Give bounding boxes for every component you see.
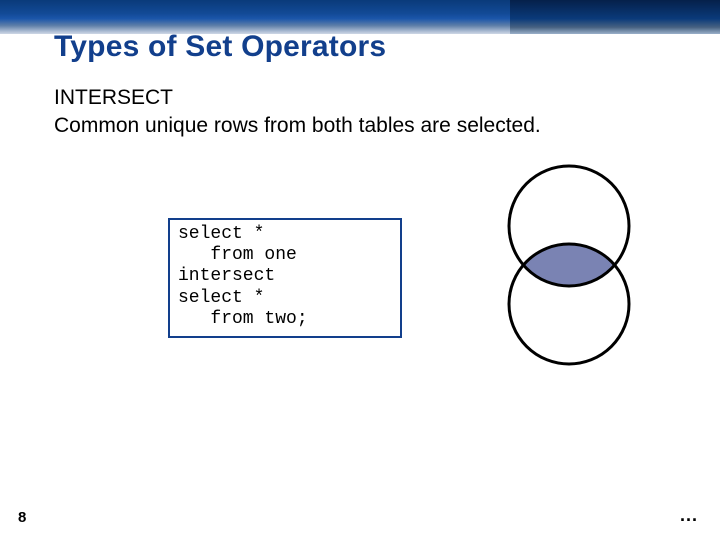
venn-svg xyxy=(492,162,646,368)
footer-ellipsis: ... xyxy=(680,505,698,526)
header-banner xyxy=(0,0,720,34)
sql-code: select * from one intersect select * fro… xyxy=(178,224,392,330)
slide-title: Types of Set Operators xyxy=(54,30,386,64)
body-text: INTERSECT Common unique rows from both t… xyxy=(54,84,541,141)
page-number: 8 xyxy=(18,509,26,526)
operator-name: INTERSECT xyxy=(54,84,541,112)
slide-page: Types of Set Operators INTERSECT Common … xyxy=(0,0,720,540)
venn-diagram xyxy=(492,162,646,368)
code-box: select * from one intersect select * fro… xyxy=(168,218,402,338)
operator-description: Common unique rows from both tables are … xyxy=(54,112,541,140)
